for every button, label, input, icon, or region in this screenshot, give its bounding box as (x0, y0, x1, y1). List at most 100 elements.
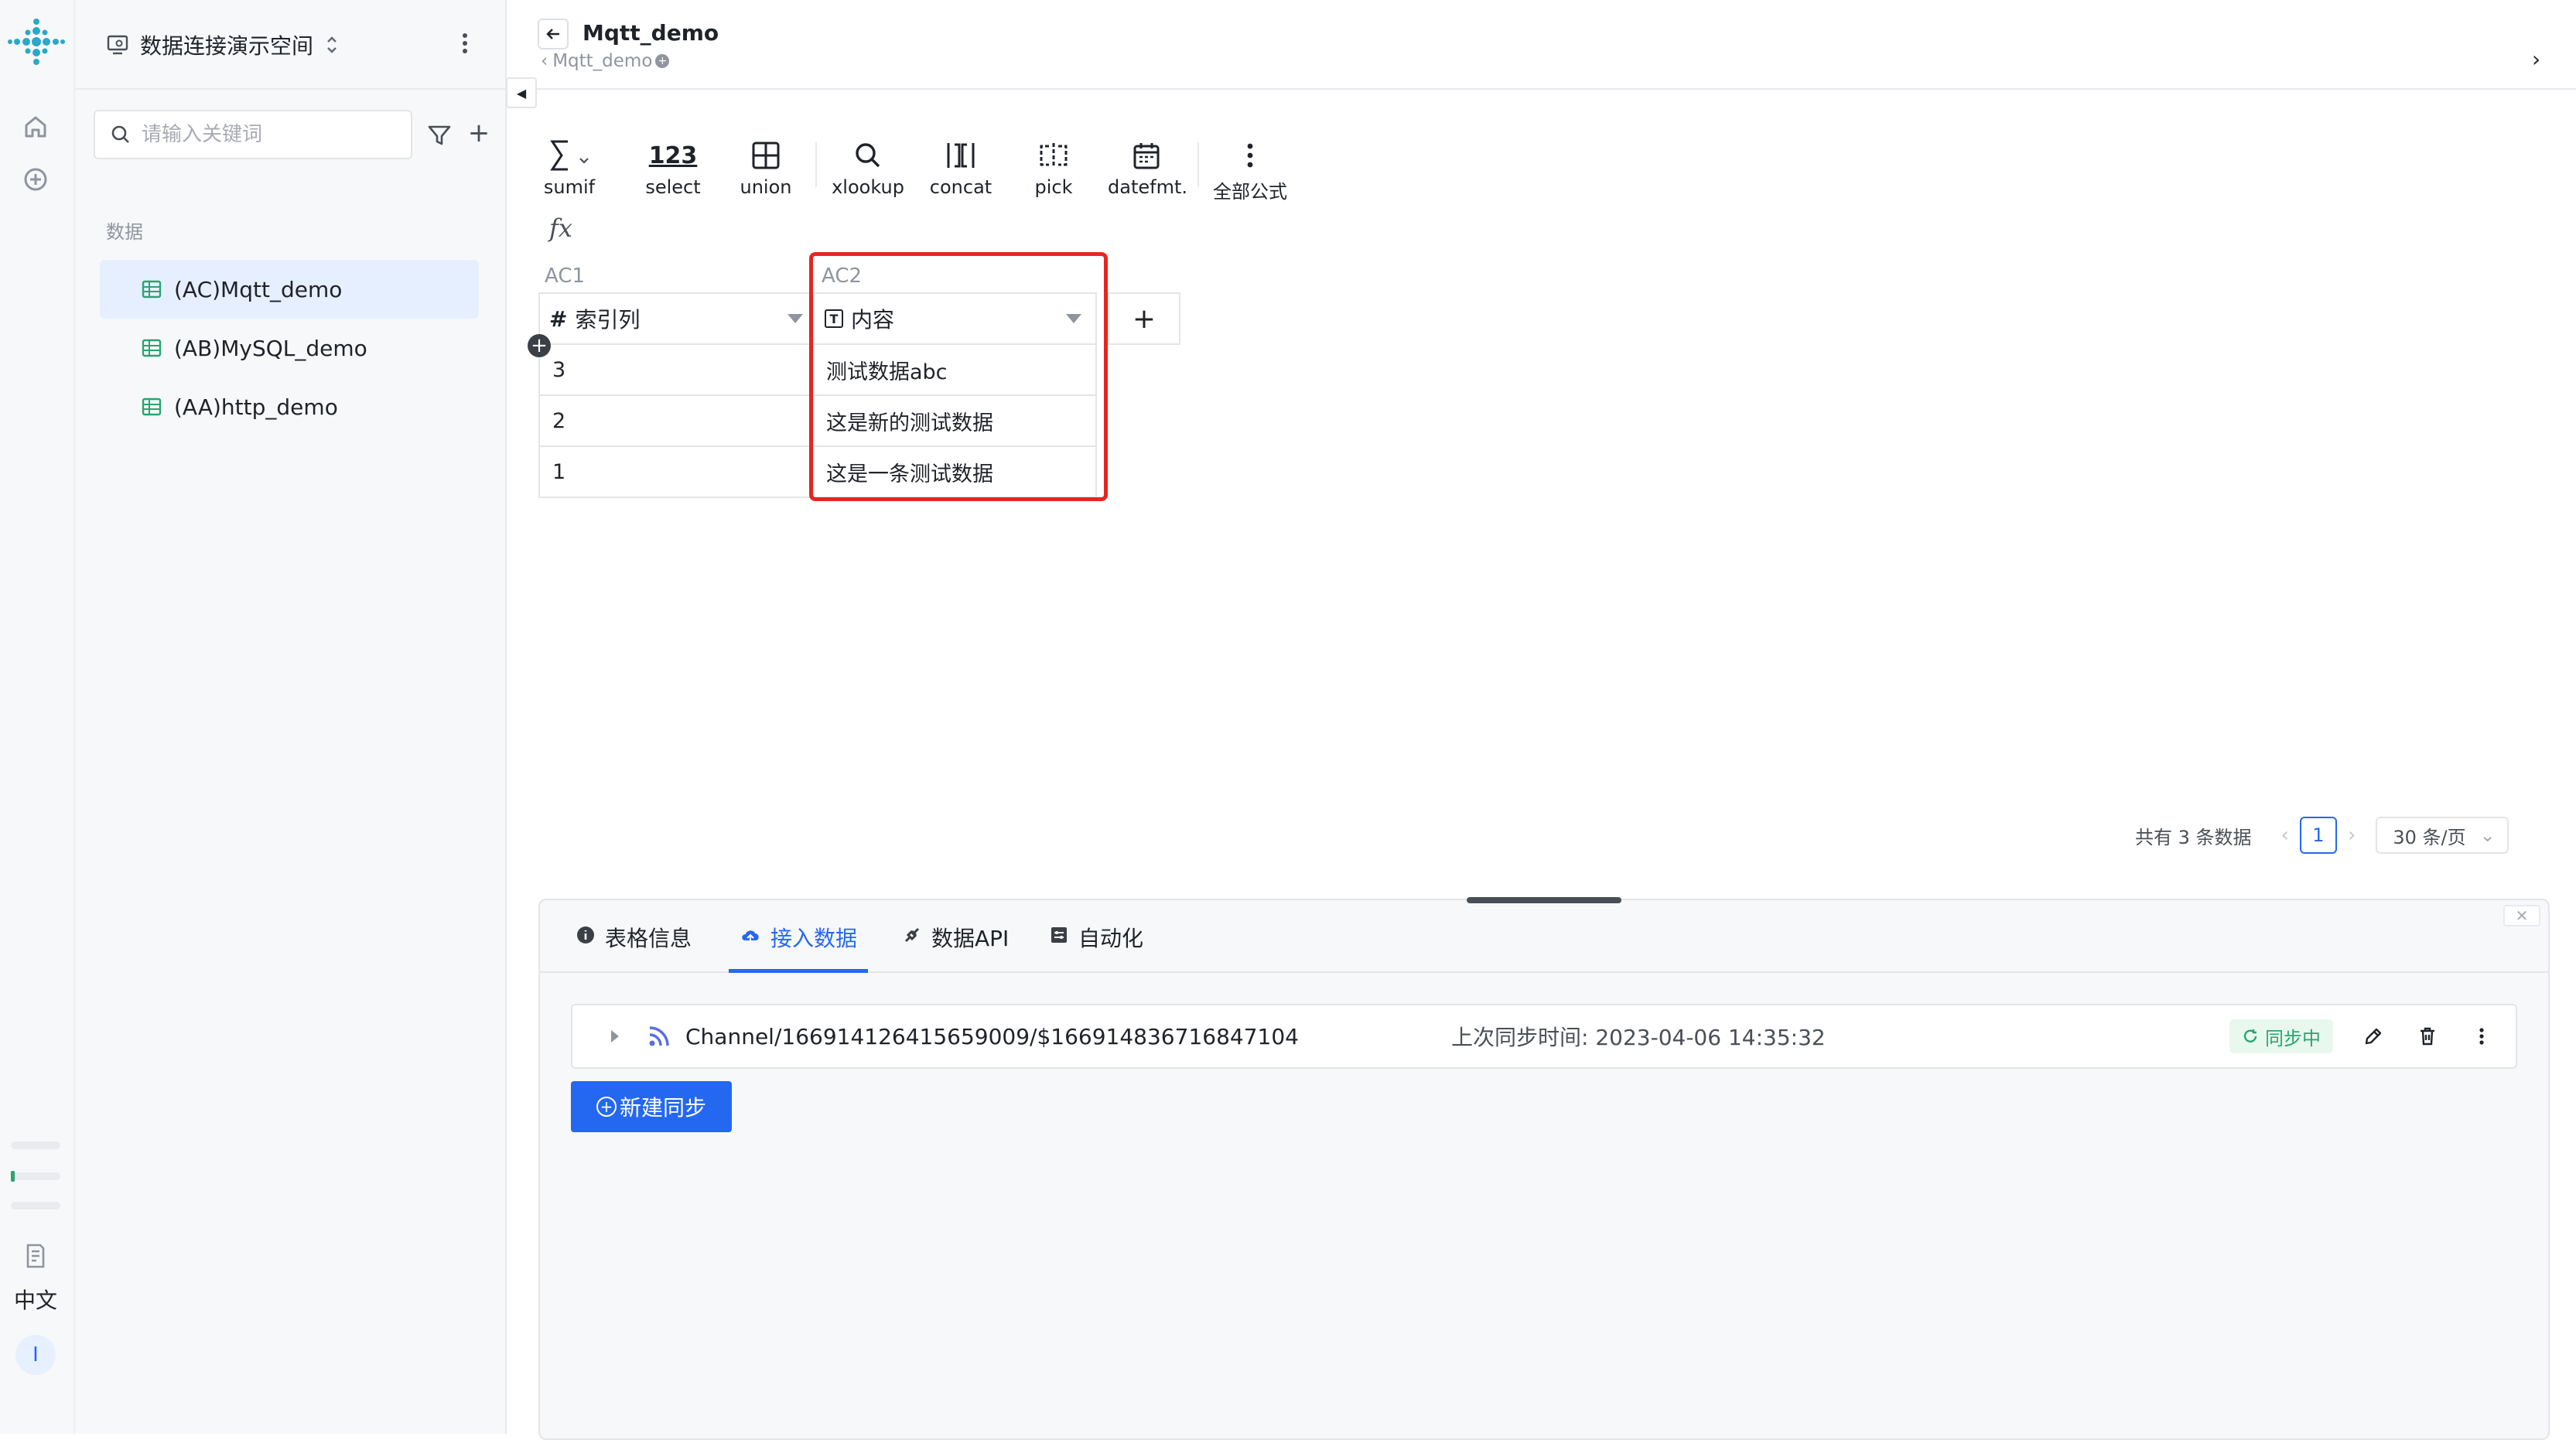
tool-datefmt[interactable]: datefmt. (1108, 136, 1187, 198)
concat-icon (947, 143, 975, 168)
tool-label: select (645, 176, 701, 198)
add-circle-icon: + (596, 1097, 617, 1117)
sidebar-item-label: (AA)http_demo (174, 394, 338, 420)
page-title: Mqtt_demo (583, 20, 719, 46)
toolbar-divider (1197, 142, 1199, 187)
tool-label: concat (929, 176, 992, 198)
sigma-icon (550, 140, 589, 171)
rail-placeholder-bar (11, 1172, 60, 1180)
add-row-icon[interactable]: + (528, 334, 551, 357)
column-header-index[interactable]: # 索引列 (538, 292, 812, 345)
avatar[interactable]: I (15, 1335, 56, 1375)
home-icon[interactable] (20, 111, 51, 142)
tab-automation[interactable]: 自动化 (1038, 922, 1154, 973)
chevron-down-icon: ⌄ (2479, 824, 2496, 846)
back-button[interactable] (538, 19, 569, 49)
new-sync-button[interactable]: + 新建同步 (571, 1081, 732, 1132)
sidebar: 数据连接演示空间 + 数据 (AC)Mqtt_demo (AB)MySQL_de… (75, 0, 507, 1434)
app-rail: 中文 I (0, 0, 75, 1434)
tool-label: union (740, 176, 792, 198)
caret-down-icon[interactable] (787, 314, 803, 323)
tool-sumif[interactable]: sumif (531, 136, 608, 198)
sync-task-row[interactable]: Channel/166914126415659009/$166914836716… (571, 1004, 2517, 1069)
delete-icon[interactable] (2414, 1022, 2441, 1050)
tab-ingest-data[interactable]: 接入数据 (729, 922, 869, 973)
page-header: Mqtt_demo ‹ Mqtt_demo + › (508, 0, 2576, 90)
search-icon (856, 143, 880, 168)
breadcrumb[interactable]: ‹ Mqtt_demo + (541, 51, 670, 71)
workspace-name: 数据连接演示空间 (140, 33, 314, 59)
last-sync-time: 上次同步时间: 2023-04-06 14:35:32 (1451, 1025, 1826, 1050)
sidebar-item-mqtt-demo[interactable]: (AC)Mqtt_demo (100, 260, 479, 319)
plug-icon (904, 927, 920, 943)
more-vertical-icon[interactable] (449, 28, 480, 59)
tab-label: 表格信息 (605, 926, 692, 951)
next-page-icon[interactable]: › (2348, 824, 2356, 847)
search-input[interactable] (140, 122, 395, 147)
tool-pick[interactable]: pick (1015, 136, 1092, 198)
chevron-right-icon[interactable]: › (2532, 46, 2540, 72)
column-key: AC1 (545, 264, 586, 288)
rail-placeholder-bar (11, 1202, 60, 1210)
language-switch[interactable]: 中文 (0, 1284, 71, 1315)
prev-page-icon[interactable]: ‹ (2281, 824, 2289, 847)
docs-icon[interactable] (20, 1240, 51, 1271)
add-table-button[interactable]: + (462, 116, 496, 150)
new-sync-label: 新建同步 (619, 1095, 706, 1121)
tool-label: 全部公式 (1213, 181, 1287, 203)
automation-icon (1051, 927, 1067, 943)
tab-label: 自动化 (1078, 926, 1144, 951)
filter-icon[interactable] (425, 121, 454, 150)
pick-icon (1040, 143, 1068, 168)
sidebar-item-mysql-demo[interactable]: (AB)MySQL_demo (100, 319, 479, 377)
page-size-select[interactable]: 30 条/页 ⌄ (2376, 817, 2509, 854)
column-highlight-box (809, 252, 1108, 501)
current-page[interactable]: 1 (2299, 817, 2337, 854)
workspace-switcher[interactable]: 数据连接演示空间 (106, 25, 350, 65)
status-badge: 同步中 (2229, 1019, 2333, 1053)
expand-icon[interactable] (611, 1030, 619, 1042)
total-count: 共有 3 条数据 (2135, 826, 2252, 848)
divider (75, 88, 505, 90)
panel-resize-handle[interactable] (1467, 897, 1621, 903)
rail-placeholder-bar (11, 1141, 60, 1149)
refresh-icon (2243, 1029, 2257, 1042)
fx-icon[interactable]: fx (549, 213, 572, 243)
tool-label: pick (1034, 176, 1073, 198)
grid-cell[interactable]: 1 (538, 447, 812, 498)
rail-active-marker (11, 1171, 15, 1182)
edit-icon[interactable] (2359, 1022, 2387, 1050)
bottom-panel: ✕ 表格信息 接入数据 数据API 自动化 Channel/1669141264… (538, 899, 2550, 1440)
grid-cell[interactable]: 2 (538, 396, 812, 447)
sidebar-item-http-demo[interactable]: (AA)http_demo (100, 377, 479, 436)
toolbar-divider (815, 142, 817, 187)
tool-xlookup[interactable]: xlookup (829, 136, 907, 198)
collapse-sidebar-button[interactable]: ◀ (506, 77, 537, 108)
app-logo[interactable] (8, 15, 65, 73)
rss-icon (649, 1026, 669, 1046)
table-icon (142, 398, 162, 416)
panel-tabs: 表格信息 接入数据 数据API 自动化 (540, 900, 2548, 973)
tool-label: sumif (543, 176, 596, 198)
add-column-button[interactable]: + (1108, 292, 1180, 345)
tool-union[interactable]: union (727, 136, 805, 198)
tool-select[interactable]: 123 select (634, 136, 712, 199)
tool-all-formulas[interactable]: 全部公式 (1211, 136, 1289, 203)
tool-label: datefmt. (1108, 176, 1187, 198)
tool-label: xlookup (832, 176, 904, 198)
column-name: 索引列 (575, 307, 641, 333)
sync-channel: Channel/166914126415659009/$166914836716… (685, 1023, 1299, 1049)
add-circle-icon[interactable]: + (655, 54, 670, 68)
search-box[interactable] (94, 110, 412, 159)
tool-concat[interactable]: concat (922, 136, 999, 198)
add-circle-icon[interactable] (20, 164, 51, 195)
tab-table-info[interactable]: 表格信息 (565, 922, 702, 973)
tab-label: 数据API (931, 926, 1010, 951)
table-icon (142, 339, 162, 357)
pagination: 共有 3 条数据 ‹ 1 › 30 条/页 ⌄ (2135, 815, 2509, 855)
breadcrumb-label: Mqtt_demo (552, 51, 653, 71)
more-vertical-icon[interactable] (2468, 1022, 2496, 1050)
tab-data-api[interactable]: 数据API (891, 922, 1020, 973)
grid-cell[interactable]: 3 (538, 345, 812, 396)
sidebar-item-label: (AC)Mqtt_demo (174, 276, 343, 302)
